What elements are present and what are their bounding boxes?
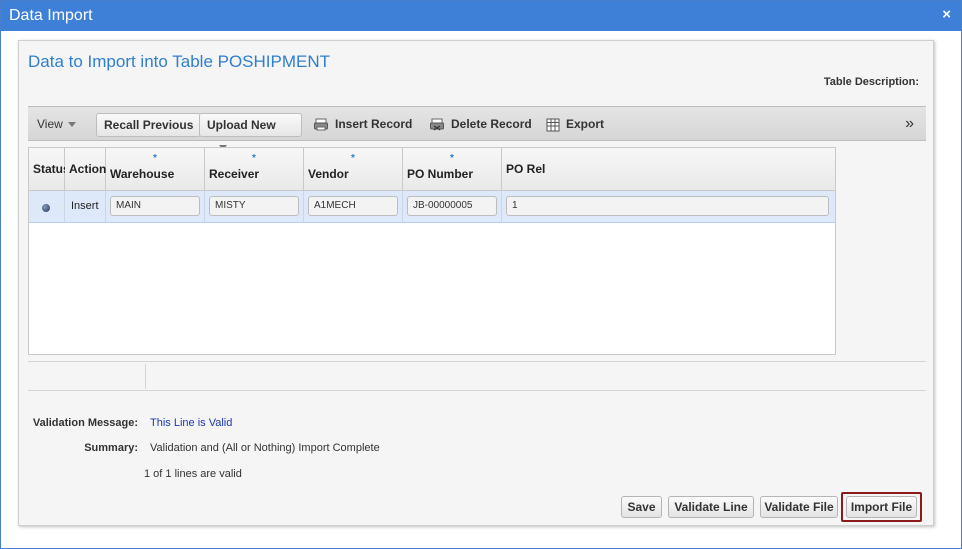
column-header-po-number[interactable]: * PO Number [403, 148, 502, 190]
po-number-field[interactable]: JB-00000005 [407, 196, 497, 216]
close-icon[interactable]: × [942, 7, 951, 23]
required-marker: * [252, 153, 256, 164]
view-menu[interactable]: View [37, 113, 76, 137]
page-title: Data to Import into Table POSHIPMENT [28, 52, 331, 71]
grid-header: Status Action * Warehouse * Receiver * V… [29, 148, 835, 191]
table-row[interactable]: Insert MAIN MISTY A1MECH JB-00000005 1 [29, 191, 835, 223]
vendor-cell: A1MECH [304, 191, 403, 222]
upload-new-button[interactable]: Upload New [199, 113, 302, 151]
column-header-po-rel[interactable]: PO Rel [502, 148, 835, 190]
window-title: Data Import [9, 7, 93, 24]
required-marker: * [450, 153, 454, 164]
summary-value: Validation and (All or Nothing) Import C… [150, 442, 380, 454]
column-header-status[interactable]: Status [29, 148, 65, 190]
save-button[interactable]: Save [621, 496, 662, 518]
export-icon [546, 118, 560, 132]
insert-record-label: Insert Record [335, 117, 413, 131]
grid-toolbar: View Recall Previous Upload New Insert R… [28, 106, 926, 151]
required-marker: * [351, 153, 355, 164]
table-description-label: Table Description: [823, 76, 919, 88]
import-file-button[interactable]: Import File [846, 496, 917, 518]
delete-record-label: Delete Record [451, 117, 532, 131]
insert-record-button[interactable]: Insert Record [314, 113, 412, 137]
column-header-receiver[interactable]: * Receiver [205, 148, 304, 190]
delete-record-button[interactable]: Delete Record [430, 113, 532, 137]
chevron-down-icon [67, 122, 76, 128]
valid-lines-count: 1 of 1 lines are valid [144, 468, 242, 480]
po-rel-field[interactable]: 1 [506, 196, 829, 216]
main-panel: Data to Import into Table POSHIPMENT Tab… [18, 40, 934, 526]
po-number-cell: JB-00000005 [403, 191, 502, 222]
receiver-field[interactable]: MISTY [209, 196, 299, 216]
validation-message-value: This Line is Valid [150, 417, 233, 429]
vendor-field[interactable]: A1MECH [308, 196, 398, 216]
insert-record-icon [314, 118, 328, 131]
receiver-cell: MISTY [205, 191, 304, 222]
po-rel-cell: 1 [502, 191, 835, 222]
export-label: Export [566, 117, 605, 131]
validate-file-button[interactable]: Validate File [760, 496, 838, 518]
summary-label: Summary: [84, 442, 138, 454]
upload-new-label: Upload New [207, 118, 276, 132]
column-header-vendor[interactable]: * Vendor [304, 148, 403, 190]
delete-record-icon [430, 118, 444, 131]
title-bar: Data Import × [1, 1, 961, 31]
recall-previous-button[interactable]: Recall Previous [96, 113, 202, 137]
action-value: Insert [71, 200, 99, 212]
data-import-dialog: Data Import × Data to Import into Table … [0, 0, 962, 549]
required-marker: * [153, 153, 157, 164]
export-button[interactable]: Export [546, 113, 604, 137]
validation-message-label: Validation Message: [32, 417, 138, 429]
validate-line-button[interactable]: Validate Line [668, 496, 754, 518]
warehouse-cell: MAIN [106, 191, 205, 222]
action-cell: Insert [65, 191, 106, 222]
status-valid-icon [42, 204, 50, 212]
view-label: View [37, 117, 63, 131]
status-cell [29, 191, 65, 222]
grid-footer [28, 361, 926, 391]
column-header-warehouse[interactable]: * Warehouse [106, 148, 205, 190]
warehouse-field[interactable]: MAIN [110, 196, 200, 216]
more-options-icon[interactable]: » [905, 113, 914, 137]
import-grid: Status Action * Warehouse * Receiver * V… [28, 147, 836, 355]
footer-divider [145, 364, 146, 389]
column-header-action[interactable]: Action [65, 148, 106, 190]
